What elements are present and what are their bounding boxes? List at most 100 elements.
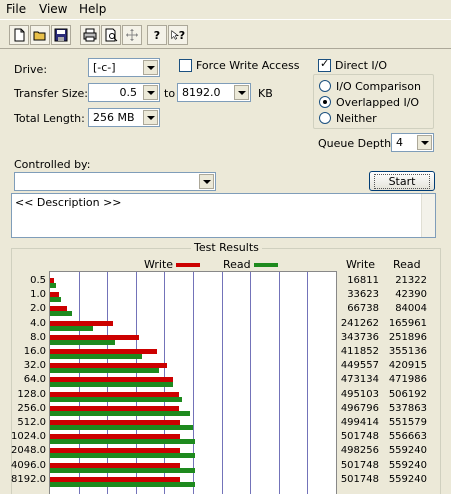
context-help-icon[interactable]: ? bbox=[168, 25, 188, 45]
read-value: 420915 bbox=[388, 360, 427, 372]
force-write-checkbox[interactable] bbox=[179, 59, 192, 72]
y-tick-label: 128.0 bbox=[17, 388, 46, 400]
transfer-to-value: 8192.0 bbox=[182, 86, 221, 99]
drive-value: [-c-] bbox=[93, 61, 116, 74]
direct-io-checkbox[interactable] bbox=[318, 57, 331, 72]
transfer-from-select[interactable]: 0.5 bbox=[88, 83, 160, 102]
chart-gridline bbox=[222, 272, 223, 494]
start-button[interactable]: Start bbox=[369, 171, 435, 191]
queue-depth-label: Queue Depth: bbox=[318, 137, 395, 150]
y-tick-label: 1.0 bbox=[30, 289, 46, 301]
write-value: 496796 bbox=[340, 402, 379, 414]
read-value: 537863 bbox=[388, 402, 427, 414]
read-bar bbox=[50, 382, 173, 388]
chart-gridline bbox=[279, 272, 280, 494]
read-value: 42390 bbox=[395, 289, 427, 301]
menu-bar: File View Help bbox=[0, 0, 451, 19]
move-icon[interactable] bbox=[122, 25, 142, 45]
y-tick-label: 64.0 bbox=[23, 374, 46, 386]
queue-depth-value: 4 bbox=[396, 136, 403, 149]
write-value: 501748 bbox=[340, 459, 379, 471]
menu-help[interactable]: Help bbox=[79, 2, 106, 16]
write-value: 495103 bbox=[340, 388, 379, 400]
neither-radio[interactable] bbox=[319, 112, 331, 124]
print-preview-icon[interactable] bbox=[101, 25, 121, 45]
description-scrollbar[interactable] bbox=[421, 194, 435, 237]
read-bar bbox=[50, 325, 94, 331]
write-value: 499414 bbox=[340, 417, 379, 428]
read-value: 251896 bbox=[388, 331, 427, 343]
help-icon[interactable]: ? bbox=[147, 25, 167, 45]
chevron-down-icon[interactable] bbox=[199, 174, 214, 189]
write-value: 449557 bbox=[340, 360, 379, 372]
read-value: 84004 bbox=[395, 303, 427, 315]
queue-depth-select[interactable]: 4 bbox=[391, 133, 434, 152]
y-tick-label: 8.0 bbox=[30, 331, 46, 343]
test-results-title: Test Results bbox=[191, 241, 262, 254]
y-tick-label: 0.5 bbox=[30, 275, 46, 286]
chevron-down-icon[interactable] bbox=[143, 60, 158, 75]
legend-read-swatch bbox=[254, 263, 278, 267]
menu-view[interactable]: View bbox=[39, 2, 67, 16]
read-value: 506192 bbox=[388, 388, 427, 400]
write-value: 501748 bbox=[340, 431, 379, 443]
write-value: 343736 bbox=[340, 331, 379, 343]
io-comparison-radio[interactable] bbox=[319, 80, 331, 92]
results-chart bbox=[49, 271, 337, 494]
write-value: 501748 bbox=[340, 473, 379, 485]
y-tick-label: 1024.0 bbox=[11, 431, 46, 443]
overlapped-io-radio[interactable] bbox=[319, 96, 331, 108]
help-glyph: ? bbox=[153, 28, 161, 42]
y-tick-label: 2048.0 bbox=[11, 445, 46, 457]
controlled-by-select[interactable] bbox=[14, 172, 216, 191]
write-value: 33623 bbox=[347, 289, 379, 301]
menu-file[interactable]: File bbox=[6, 2, 26, 16]
read-value: 21322 bbox=[395, 275, 427, 286]
to-label: to bbox=[164, 87, 176, 100]
new-document-icon[interactable] bbox=[9, 25, 29, 45]
io-comparison-label: I/O Comparison bbox=[336, 80, 421, 93]
drive-label: Drive: bbox=[14, 63, 48, 76]
transfer-to-select[interactable]: 8192.0 bbox=[177, 83, 251, 102]
y-tick-label: 16.0 bbox=[23, 346, 46, 357]
chevron-down-icon[interactable] bbox=[417, 135, 432, 150]
read-column-header: Read bbox=[393, 258, 421, 271]
description-box[interactable]: << Description >> bbox=[11, 193, 436, 238]
total-length-select[interactable]: 256 MB bbox=[88, 108, 160, 127]
write-value: 411852 bbox=[340, 346, 379, 357]
transfer-size-label: Transfer Size: bbox=[14, 87, 89, 100]
chevron-down-icon[interactable] bbox=[234, 85, 249, 100]
open-folder-icon[interactable] bbox=[30, 25, 50, 45]
read-bar bbox=[50, 297, 62, 303]
read-bar bbox=[50, 481, 196, 487]
read-value: 551579 bbox=[388, 417, 427, 428]
read-bar bbox=[50, 425, 194, 430]
description-text: << Description >> bbox=[15, 196, 122, 209]
force-write-label: Force Write Access bbox=[196, 59, 300, 72]
start-button-label: Start bbox=[373, 173, 431, 189]
transfer-from-value: 0.5 bbox=[119, 86, 138, 99]
read-value: 355136 bbox=[388, 346, 427, 357]
neither-label: Neither bbox=[336, 112, 377, 125]
y-tick-label: 2.0 bbox=[30, 303, 46, 315]
read-bar bbox=[50, 354, 143, 359]
y-tick-label: 256.0 bbox=[17, 402, 46, 414]
print-icon[interactable] bbox=[80, 25, 100, 45]
chevron-down-icon[interactable] bbox=[143, 110, 158, 125]
write-value: 66738 bbox=[347, 303, 379, 315]
kb-label: KB bbox=[258, 87, 273, 100]
save-icon[interactable] bbox=[51, 25, 71, 45]
write-value: 498256 bbox=[340, 445, 379, 457]
chevron-down-icon[interactable] bbox=[143, 85, 158, 100]
drive-select[interactable]: [-c-] bbox=[88, 58, 160, 77]
read-bar bbox=[50, 453, 196, 459]
read-bar bbox=[50, 368, 160, 374]
read-bar bbox=[50, 396, 182, 402]
read-value: 559240 bbox=[388, 459, 427, 471]
read-value: 165961 bbox=[388, 317, 427, 329]
read-bar bbox=[50, 339, 116, 345]
legend-read-label: Read bbox=[223, 258, 251, 271]
chart-gridline bbox=[250, 272, 251, 494]
y-tick-label: 4096.0 bbox=[11, 459, 46, 471]
write-value: 16811 bbox=[347, 275, 379, 286]
